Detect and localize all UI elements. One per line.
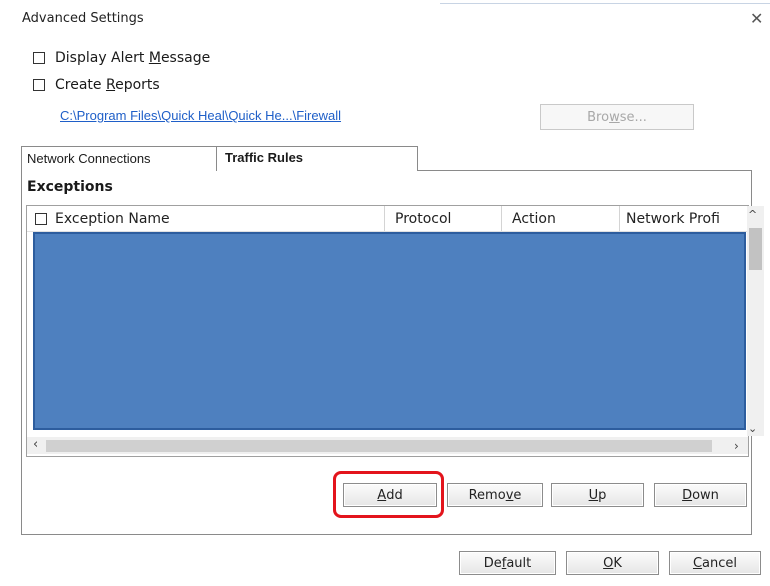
chevron-right-icon[interactable]: ›: [734, 439, 739, 453]
title-bar-border: [440, 3, 770, 4]
default-button[interactable]: De f ault: [459, 551, 556, 575]
cancel-button[interactable]: Cancel: [669, 551, 761, 575]
ok-button[interactable]: OK: [566, 551, 659, 575]
add-button-highlight: [333, 471, 444, 518]
display-alert-option[interactable]: Display Alert Message: [33, 50, 210, 66]
up-button[interactable]: Up: [551, 483, 644, 507]
browse-button[interactable]: Bro w se...: [540, 104, 694, 130]
select-all-checkbox[interactable]: [35, 212, 47, 225]
create-reports-checkbox[interactable]: [33, 79, 45, 91]
tab-traffic-rules[interactable]: Traffic Rules: [216, 146, 418, 171]
window-title: Advanced Settings: [22, 11, 144, 26]
chevron-up-icon[interactable]: ^: [748, 208, 757, 221]
column-action[interactable]: Action: [502, 206, 620, 231]
display-alert-checkbox[interactable]: [33, 52, 45, 64]
remove-button[interactable]: Remo v e: [447, 483, 543, 507]
selected-rows-area[interactable]: [33, 232, 746, 430]
display-alert-label: Display Alert Message: [55, 50, 211, 66]
close-icon[interactable]: ✕: [750, 9, 763, 28]
chevron-left-icon[interactable]: ‹: [33, 437, 38, 452]
chevron-down-icon[interactable]: ⌄: [748, 422, 757, 435]
column-network-profile[interactable]: Network Profi: [620, 206, 748, 231]
tab-network-connections[interactable]: Network Connections: [21, 146, 217, 170]
create-reports-option[interactable]: Create Reports: [33, 77, 160, 93]
column-protocol[interactable]: Protocol: [385, 206, 502, 231]
create-reports-label: Create Reports: [55, 77, 160, 93]
horizontal-scroll-thumb[interactable]: [46, 440, 712, 452]
exceptions-title: Exceptions: [27, 179, 113, 195]
tab-strip-border: [418, 170, 752, 171]
down-button[interactable]: Down: [654, 483, 747, 507]
reports-path-link[interactable]: C:\Program Files\Quick Heal\Quick He...\…: [60, 108, 341, 123]
column-exception-name[interactable]: Exception Name: [27, 206, 385, 231]
vertical-scroll-thumb[interactable]: [749, 228, 762, 270]
exceptions-header: Exception Name Protocol Action Network P…: [27, 206, 748, 232]
